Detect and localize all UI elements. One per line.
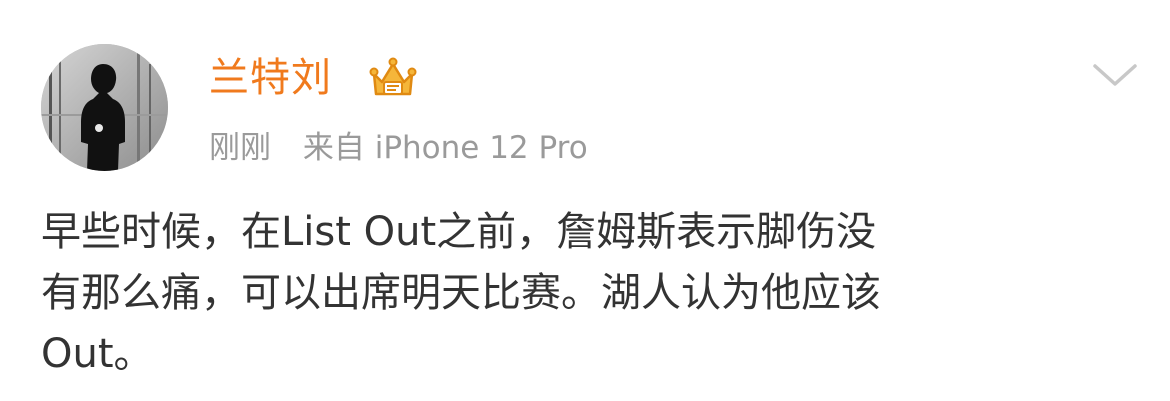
- post-content: 早些时候，在List Out之前，詹姆斯表示脚伤没 有那么痛，可以出席明天比赛。…: [41, 209, 881, 377]
- avatar-silhouette-icon: [41, 44, 168, 171]
- user-avatar[interactable]: [41, 44, 168, 171]
- chevron-down-icon[interactable]: [1090, 58, 1140, 92]
- post-meta: 刚刚 来自 iPhone 12 Pro: [209, 127, 588, 169]
- weibo-post-card: 兰特刘 刚刚 来自 iPhone 12 Pro 早些时候，在List Out之前…: [0, 0, 1170, 401]
- post-source[interactable]: 来自 iPhone 12 Pro: [303, 130, 588, 166]
- vip-crown-badge-icon[interactable]: [368, 56, 418, 100]
- username[interactable]: 兰特刘: [209, 52, 332, 104]
- post-time: 刚刚: [209, 130, 271, 166]
